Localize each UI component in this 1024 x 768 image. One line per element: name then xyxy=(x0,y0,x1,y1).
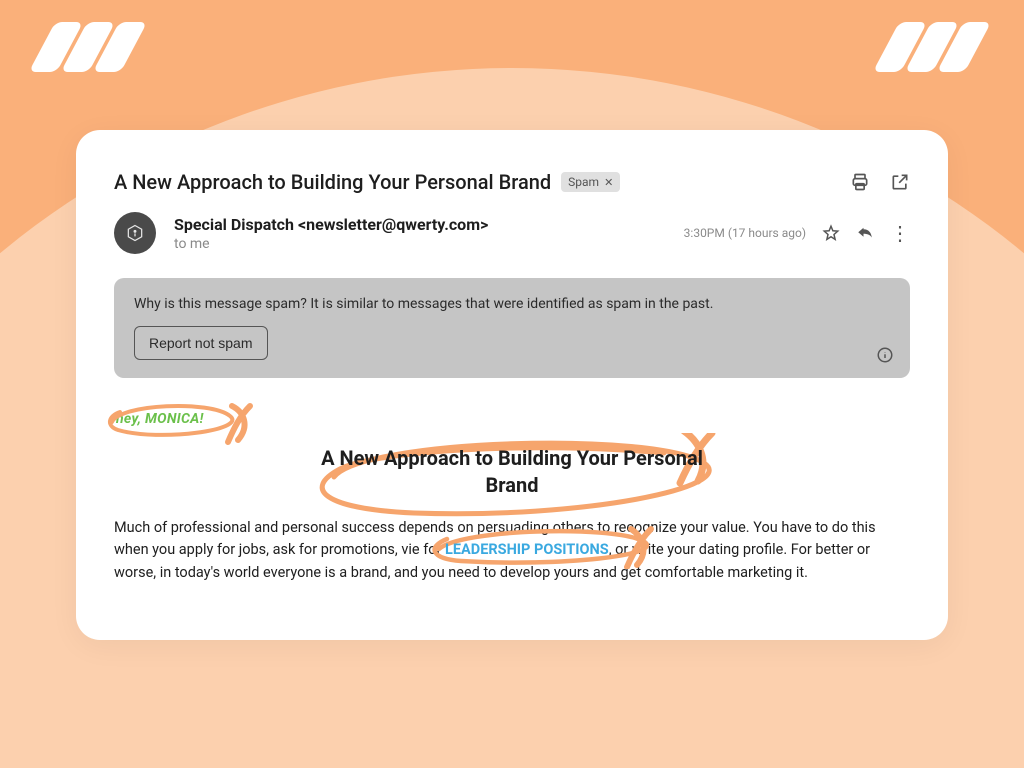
info-icon[interactable] xyxy=(876,346,894,364)
spam-banner: Why is this message spam? It is similar … xyxy=(114,278,910,378)
email-card: A New Approach to Building Your Personal… xyxy=(76,130,948,640)
greeting-annotation: hey, MONICA! xyxy=(114,408,206,427)
star-icon[interactable] xyxy=(822,224,840,242)
body-paragraph: Much of professional and personal succes… xyxy=(114,517,910,584)
deco-slashes-right xyxy=(886,22,982,72)
report-not-spam-button[interactable]: Report not spam xyxy=(134,326,268,360)
more-icon[interactable]: ⋮ xyxy=(890,223,910,243)
email-subject: A New Approach to Building Your Personal… xyxy=(114,170,551,194)
to-line: to me xyxy=(174,236,684,252)
timestamp: 3:30PM (17 hours ago) xyxy=(684,226,806,240)
sender-name: Special Dispatch <newsletter@qwerty.com> xyxy=(174,215,684,234)
reply-icon[interactable] xyxy=(856,224,874,242)
open-external-icon[interactable] xyxy=(890,172,910,192)
spam-chip[interactable]: Spam ✕ xyxy=(561,172,620,192)
greeting-text: hey, MONICA! xyxy=(114,409,206,429)
body-title: A New Approach to Building Your Personal… xyxy=(302,445,722,499)
spam-chip-label: Spam xyxy=(568,175,599,189)
print-icon[interactable] xyxy=(850,172,870,192)
leadership-positions-link[interactable]: LEADERSHIP POSITIONS xyxy=(445,541,609,558)
avatar xyxy=(114,212,156,254)
deco-slashes-left xyxy=(42,22,138,72)
spam-message: Why is this message spam? It is similar … xyxy=(134,296,890,312)
close-icon[interactable]: ✕ xyxy=(604,176,613,189)
